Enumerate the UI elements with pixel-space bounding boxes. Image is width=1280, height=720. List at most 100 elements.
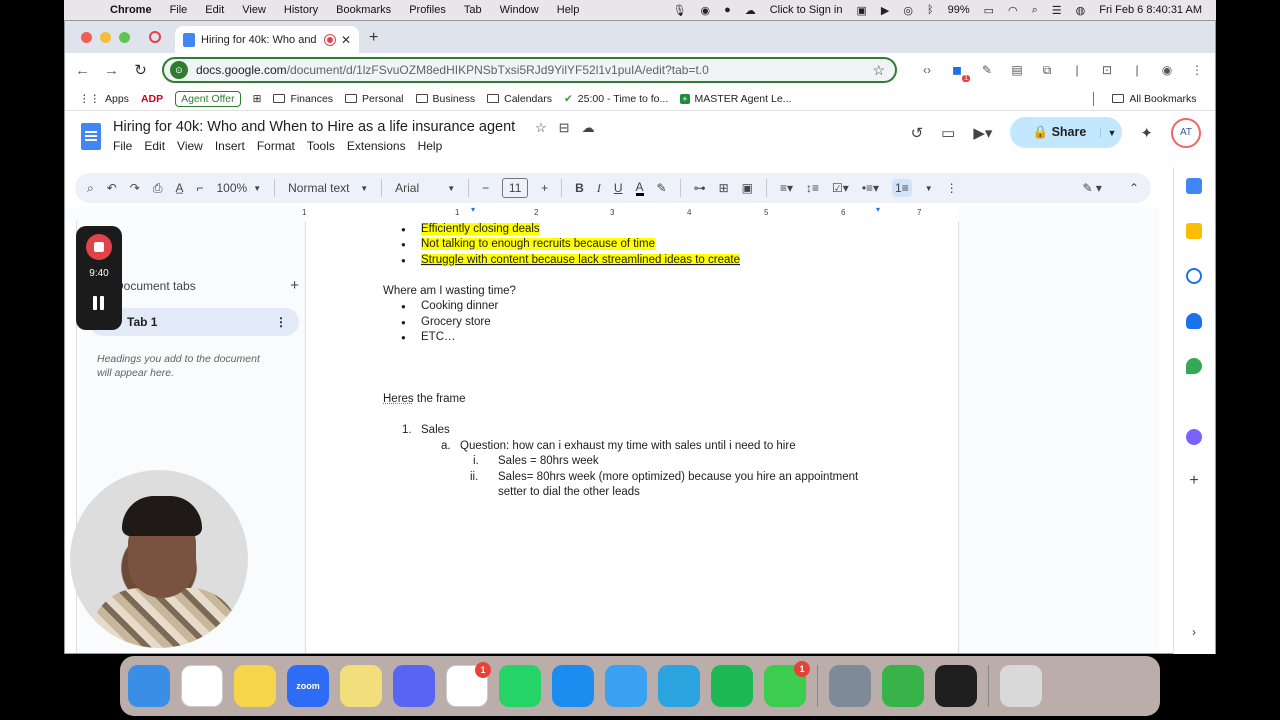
search-icon[interactable]: ⌕	[1032, 4, 1038, 17]
address-bar[interactable]: ⊙ docs.google.com /document/d/1lzFSvuOZM…	[161, 57, 897, 83]
dock-telegram-icon[interactable]	[658, 665, 700, 707]
extension-with-badge-icon[interactable]: ◼ 1	[949, 62, 970, 82]
docs-menu-format[interactable]: Format	[257, 139, 295, 153]
pause-icon[interactable]	[92, 296, 106, 310]
redo-icon[interactable]: ↷	[130, 181, 140, 195]
battery-icon[interactable]: ▭	[984, 4, 994, 17]
font-select[interactable]: Arial ▼	[395, 181, 455, 195]
search-menus-icon[interactable]: ⌕	[87, 181, 94, 196]
dock-discord-icon[interactable]	[393, 665, 435, 707]
decrease-font-size-icon[interactable]: −	[482, 181, 489, 195]
version-history-icon[interactable]: ↺	[911, 124, 924, 142]
new-tab-button[interactable]: +	[369, 29, 378, 47]
all-bookmarks[interactable]: All Bookmarks	[1112, 93, 1206, 105]
editing-mode-icon[interactable]: ✎ ▾	[1083, 181, 1102, 195]
minimize-window-button[interactable]	[100, 32, 111, 43]
dock-zoom-icon[interactable]: zoom	[287, 665, 329, 707]
paint-format-icon[interactable]: ⌐	[196, 181, 203, 195]
document-page[interactable]: Efficiently closing deals Not talking to…	[305, 221, 959, 653]
add-tab-icon[interactable]: +	[290, 277, 299, 294]
box-icon[interactable]: ▣	[856, 4, 866, 17]
dock-stickies-icon[interactable]	[340, 665, 382, 707]
line-spacing-icon[interactable]: ↕≡	[806, 181, 819, 195]
gemini-icon[interactable]: ✦	[1140, 124, 1153, 142]
cloud-icon[interactable]: ☁	[745, 4, 756, 17]
dock-whatsapp-icon[interactable]	[499, 665, 541, 707]
text-color-icon[interactable]: A	[635, 181, 644, 196]
tab-recording-icon[interactable]	[149, 31, 161, 43]
bookmark-folder-personal[interactable]: Personal	[345, 93, 404, 105]
menu-tab[interactable]: Tab	[464, 4, 482, 16]
dock-numbers-icon[interactable]	[882, 665, 924, 707]
cloud-saved-icon[interactable]: ☁	[582, 120, 595, 136]
maps-icon[interactable]	[1186, 358, 1202, 374]
airdrop-icon[interactable]: ◎	[903, 4, 913, 17]
indent-marker-icon[interactable]: ▾	[471, 207, 475, 214]
comments-icon[interactable]: ▭	[941, 124, 955, 142]
spellcheck-icon[interactable]: A̲	[175, 181, 183, 195]
highlight-color-icon[interactable]: ✎	[657, 181, 667, 195]
docs-menu-extensions[interactable]: Extensions	[347, 139, 406, 153]
bulleted-list-icon[interactable]: •≡▾	[862, 181, 879, 195]
bookmark-pomodoro[interactable]: ✔ 25:00 - Time to fo...	[564, 93, 668, 105]
zoom-select[interactable]: 100% ▼	[217, 181, 262, 195]
docs-menu-file[interactable]: File	[113, 139, 132, 153]
checklist-icon[interactable]: ☑▾	[832, 181, 849, 195]
menu-edit[interactable]: Edit	[205, 4, 224, 16]
bookmark-master-agent[interactable]: + MASTER Agent Le...	[680, 93, 791, 105]
increase-font-size-icon[interactable]: +	[541, 181, 548, 195]
battery-percent[interactable]: 99%	[948, 4, 970, 16]
dock-finder-icon[interactable]	[128, 665, 170, 707]
print-icon[interactable]: ⎙	[153, 181, 163, 196]
more-options-icon[interactable]: ⋮	[946, 181, 958, 195]
bluetooth-icon[interactable]: ᛒ	[927, 4, 934, 16]
siri-icon[interactable]: ◍	[1076, 4, 1086, 17]
reload-icon[interactable]: ↻	[133, 61, 148, 79]
pen-extension-icon[interactable]: ✎	[979, 62, 995, 78]
code-extension-icon[interactable]: ‹›	[919, 62, 935, 78]
dock-safari-icon[interactable]	[605, 665, 647, 707]
calendar-icon[interactable]	[1186, 178, 1202, 194]
star-icon[interactable]: ☆	[535, 120, 547, 136]
dock-terminal-app-icon[interactable]	[935, 665, 977, 707]
bookmark-star-icon[interactable]: ☆	[872, 62, 885, 79]
expand-panel-icon[interactable]: ›	[1186, 625, 1202, 641]
menu-view[interactable]: View	[242, 4, 266, 16]
forward-icon[interactable]: →	[104, 62, 119, 79]
close-tab-icon[interactable]: ✕	[341, 33, 351, 47]
menu-app-name[interactable]: Chrome	[110, 4, 152, 16]
click-to-sign-in[interactable]: Click to Sign in	[770, 4, 843, 16]
dock-spotify-icon[interactable]	[711, 665, 753, 707]
bold-icon[interactable]: B	[575, 181, 584, 195]
document-title[interactable]: Hiring for 40k: Who and When to Hire as …	[113, 119, 515, 135]
meet-icon[interactable]: ▶▾	[973, 124, 992, 142]
webcam-bubble[interactable]	[70, 470, 248, 648]
menu-file[interactable]: File	[170, 4, 188, 16]
docs-menu-edit[interactable]: Edit	[144, 139, 165, 153]
right-indent-marker-icon[interactable]: ▾	[876, 207, 880, 214]
bookmark-folder-calendars[interactable]: Calendars	[487, 93, 552, 105]
insert-image-icon[interactable]: ▣	[742, 181, 753, 195]
back-icon[interactable]: ←	[75, 62, 90, 79]
numbered-list-icon[interactable]: 1≡	[892, 179, 912, 197]
underline-icon[interactable]: U	[614, 181, 623, 195]
font-size-input[interactable]: 11	[502, 178, 529, 198]
docs-logo-icon[interactable]	[81, 123, 101, 150]
chrome-menu-icon[interactable]: ⋮	[1189, 62, 1205, 78]
numbered-list-dropdown-icon[interactable]: ▼	[925, 184, 933, 193]
close-window-button[interactable]	[81, 32, 92, 43]
menu-help[interactable]: Help	[557, 4, 580, 16]
insert-comment-icon[interactable]: ⊞	[719, 181, 729, 195]
wifi-icon[interactable]: ◠	[1008, 4, 1018, 17]
menu-bookmarks[interactable]: Bookmarks	[336, 4, 391, 16]
menu-history[interactable]: History	[284, 4, 318, 16]
italic-icon[interactable]: I	[597, 181, 601, 196]
bookmark-folder-finances[interactable]: Finances	[273, 93, 333, 105]
style-select[interactable]: Normal text ▼	[288, 181, 368, 195]
dock-chrome-icon[interactable]	[181, 665, 223, 707]
contacts-icon[interactable]	[1186, 313, 1202, 329]
menu-profiles[interactable]: Profiles	[409, 4, 446, 16]
undo-icon[interactable]: ↶	[107, 181, 117, 195]
avatar[interactable]: AT	[1171, 117, 1201, 148]
bookmark-apps[interactable]: ⋮⋮ Apps	[79, 93, 129, 105]
